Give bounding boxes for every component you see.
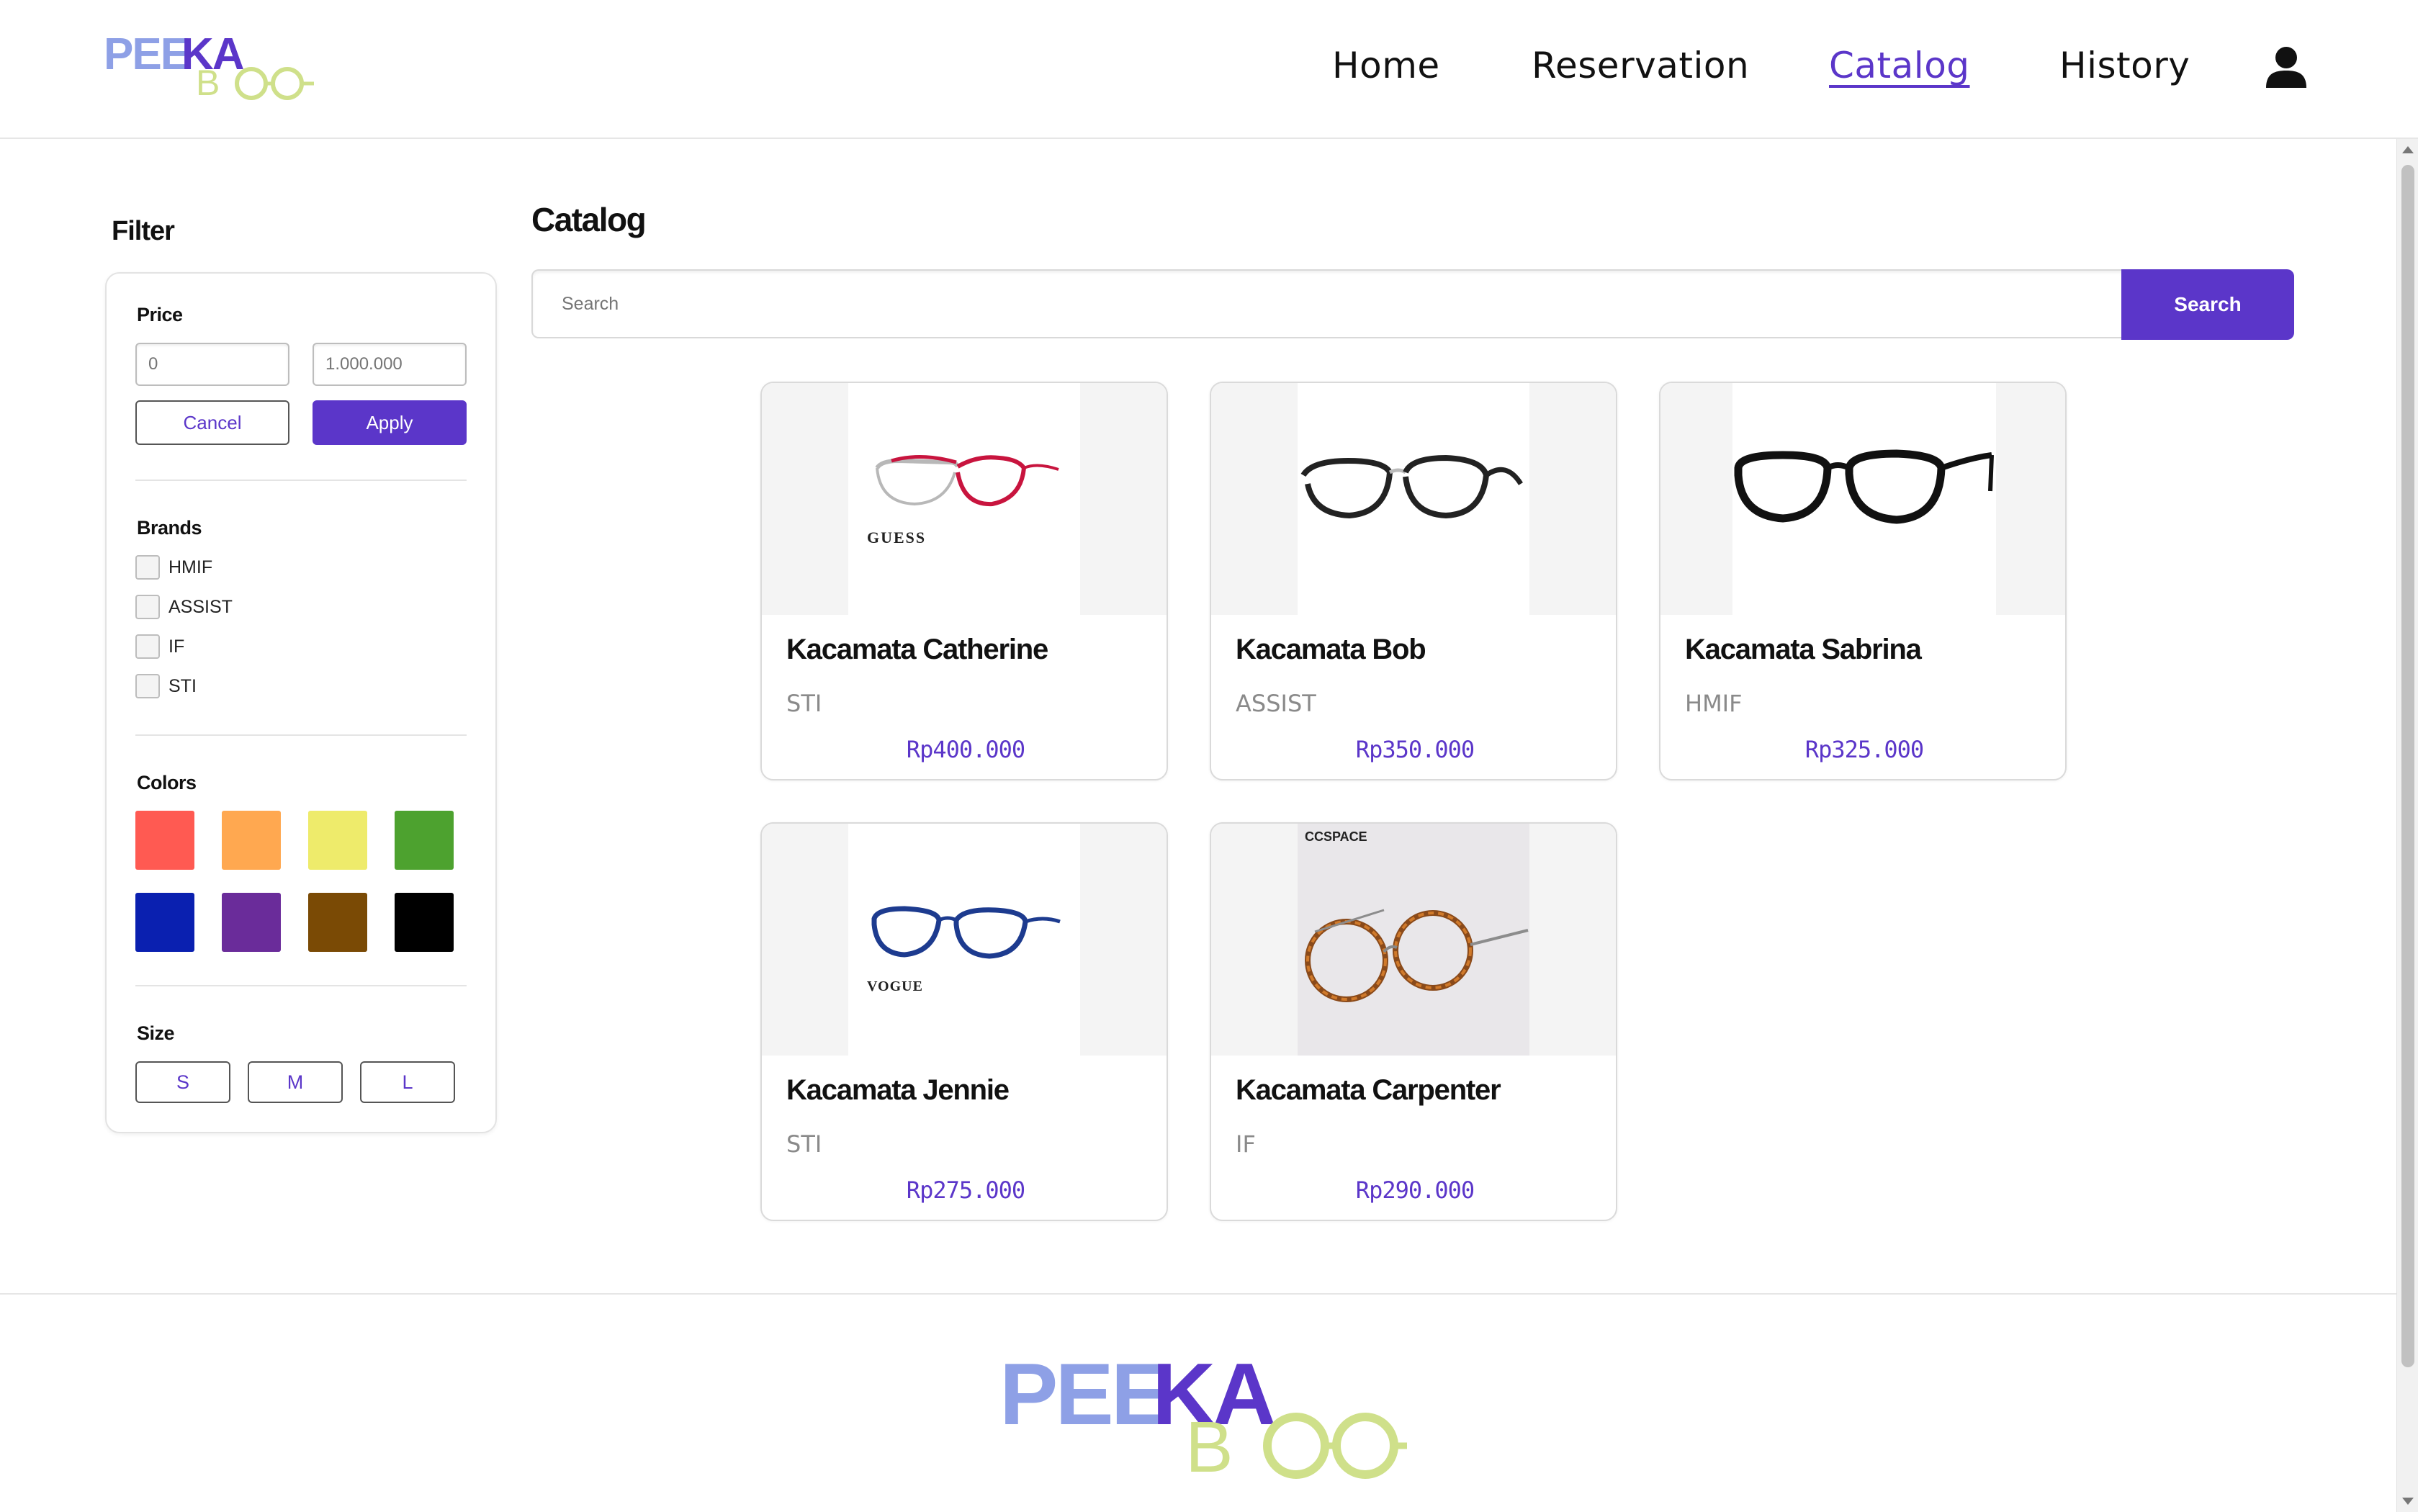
nav-home[interactable]: Home bbox=[1332, 45, 1440, 86]
size-label: Size bbox=[137, 1022, 175, 1044]
size-s-button[interactable]: S bbox=[135, 1061, 230, 1103]
product-image-label: VOGUE bbox=[867, 978, 923, 994]
nav-history[interactable]: History bbox=[2059, 45, 2190, 86]
size-l-button[interactable]: L bbox=[360, 1061, 455, 1103]
colors-label: Colors bbox=[137, 772, 197, 793]
brand-checkbox[interactable] bbox=[135, 555, 160, 580]
product-price: Rp350.000 bbox=[1355, 736, 1475, 763]
product-image-area: VOGUE bbox=[762, 824, 1167, 1056]
color-swatch[interactable] bbox=[135, 893, 194, 952]
brand-option-hmif[interactable]: HMIF bbox=[135, 554, 212, 580]
product-image: GUESS bbox=[848, 383, 1080, 615]
brands-label: Brands bbox=[137, 517, 202, 539]
brand-option-if[interactable]: IF bbox=[135, 634, 184, 660]
product-image-area bbox=[1660, 383, 2065, 615]
divider bbox=[135, 985, 467, 986]
brand-label: STI bbox=[168, 675, 197, 696]
product-card[interactable]: Kacamata Sabrina HMIF Rp325.000 bbox=[1659, 382, 2067, 780]
price-max-input[interactable] bbox=[313, 343, 467, 386]
search-input[interactable] bbox=[531, 269, 2123, 338]
product-name: Kacamata Bob bbox=[1236, 634, 1426, 665]
catalog-title: Catalog bbox=[531, 201, 647, 238]
product-image-label: CCSPACE bbox=[1305, 829, 1367, 844]
svg-text:PEE: PEE bbox=[999, 1345, 1167, 1443]
color-swatch[interactable] bbox=[222, 893, 281, 952]
product-card[interactable]: CCSPACE Kacamata Carpenter IF Rp290.000 bbox=[1210, 822, 1617, 1221]
scroll-up-arrow-icon[interactable] bbox=[2402, 146, 2414, 153]
product-image: CCSPACE bbox=[1298, 824, 1529, 1056]
product-brand: HMIF bbox=[1685, 690, 1743, 717]
page-scrollbar[interactable] bbox=[2396, 139, 2418, 1512]
nav-reservation[interactable]: Reservation bbox=[1532, 45, 1749, 86]
product-name: Kacamata Jennie bbox=[786, 1074, 1010, 1106]
color-swatch[interactable] bbox=[308, 893, 367, 952]
brand-option-assist[interactable]: ASSIST bbox=[135, 594, 233, 620]
brand-label: ASSIST bbox=[168, 596, 233, 617]
product-image bbox=[1298, 383, 1529, 615]
color-swatch[interactable] bbox=[135, 811, 194, 870]
product-brand: STI bbox=[786, 690, 822, 717]
peekaboo-footer-logo: PEE KA B bbox=[999, 1345, 1407, 1488]
price-cancel-button[interactable]: Cancel bbox=[135, 400, 289, 445]
product-card[interactable]: GUESS Kacamata Catherine STI Rp400.000 bbox=[760, 382, 1168, 780]
product-image-area bbox=[1211, 383, 1616, 615]
product-name: Kacamata Carpenter bbox=[1236, 1074, 1501, 1106]
product-card[interactable]: VOGUE Kacamata Jennie STI Rp275.000 bbox=[760, 822, 1168, 1221]
color-swatch[interactable] bbox=[308, 811, 367, 870]
product-brand: STI bbox=[786, 1130, 822, 1158]
product-image-label: GUESS bbox=[867, 528, 926, 546]
divider bbox=[135, 734, 467, 736]
top-navbar: PEE KA B Home Reservation Catalog Histor… bbox=[0, 0, 2418, 139]
footer: PEE KA B bbox=[0, 1293, 2396, 1512]
scroll-thumb[interactable] bbox=[2401, 165, 2414, 1367]
svg-text:B: B bbox=[1185, 1407, 1233, 1488]
brand-checkbox[interactable] bbox=[135, 674, 160, 698]
search-button[interactable]: Search bbox=[2121, 269, 2294, 340]
product-brand: ASSIST bbox=[1236, 690, 1316, 717]
filter-panel: Price Cancel Apply Brands HMIF ASSIST IF… bbox=[105, 272, 497, 1133]
product-price: Rp290.000 bbox=[1355, 1176, 1475, 1204]
product-price: Rp325.000 bbox=[1804, 736, 1924, 763]
brand-checkbox[interactable] bbox=[135, 595, 160, 619]
brand-checkbox[interactable] bbox=[135, 634, 160, 659]
product-brand: IF bbox=[1236, 1130, 1256, 1158]
brand-option-sti[interactable]: STI bbox=[135, 673, 197, 699]
color-swatch[interactable] bbox=[222, 811, 281, 870]
product-name: Kacamata Catherine bbox=[786, 634, 1048, 665]
scroll-down-arrow-icon[interactable] bbox=[2402, 1498, 2414, 1505]
color-swatch[interactable] bbox=[395, 893, 454, 952]
user-icon[interactable] bbox=[2264, 45, 2309, 89]
price-min-input[interactable] bbox=[135, 343, 289, 386]
product-price: Rp275.000 bbox=[906, 1176, 1025, 1204]
divider bbox=[135, 480, 467, 481]
nav-catalog[interactable]: Catalog bbox=[1829, 45, 1970, 86]
color-swatch[interactable] bbox=[395, 811, 454, 870]
size-m-button[interactable]: M bbox=[248, 1061, 343, 1103]
product-name: Kacamata Sabrina bbox=[1685, 634, 1922, 665]
nav-links: Home Reservation Catalog History bbox=[0, 0, 2418, 139]
product-image bbox=[1732, 383, 1996, 615]
price-apply-button[interactable]: Apply bbox=[313, 400, 467, 445]
product-card[interactable]: Kacamata Bob ASSIST Rp350.000 bbox=[1210, 382, 1617, 780]
brand-label: HMIF bbox=[168, 557, 213, 577]
product-image: VOGUE bbox=[848, 824, 1080, 1056]
filter-title: Filter bbox=[112, 216, 175, 246]
product-price: Rp400.000 bbox=[906, 736, 1025, 763]
product-image-area: GUESS bbox=[762, 383, 1167, 615]
product-image-area: CCSPACE bbox=[1211, 824, 1616, 1056]
brand-label: IF bbox=[168, 636, 185, 657]
price-label: Price bbox=[137, 304, 183, 325]
